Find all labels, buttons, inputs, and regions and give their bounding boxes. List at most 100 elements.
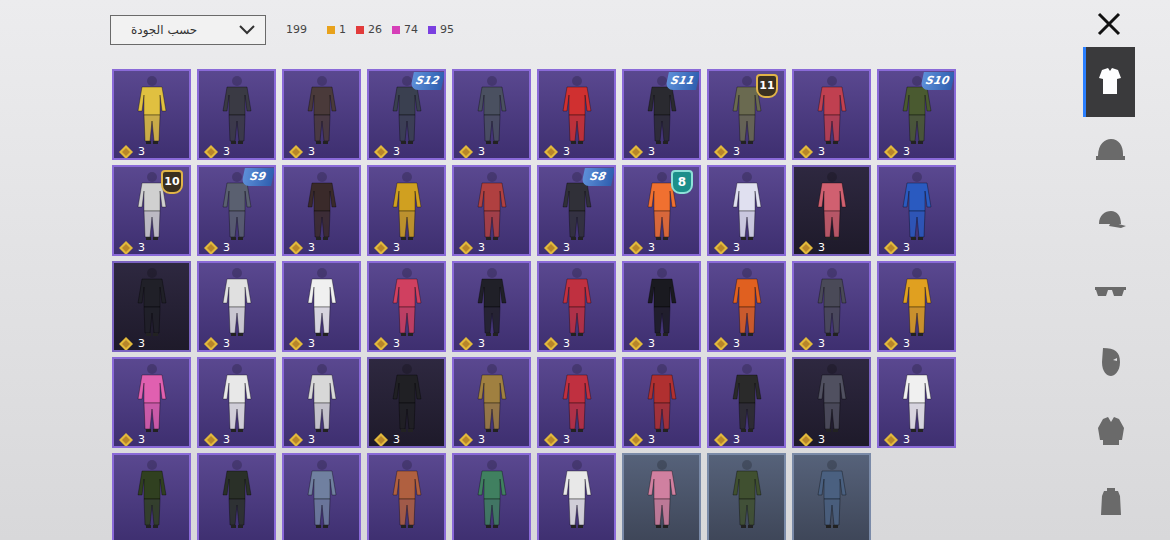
- sort-dropdown[interactable]: حسب الجودة: [110, 15, 266, 45]
- outfit-card[interactable]: 3S10: [877, 69, 956, 160]
- outfit-card[interactable]: 3: [792, 357, 871, 448]
- season-badge: 10: [161, 170, 183, 194]
- outfit-card[interactable]: 3: [707, 261, 786, 352]
- category-tab[interactable]: [1083, 187, 1135, 257]
- season-badge: S11: [665, 72, 700, 90]
- outfit-icon: [709, 359, 784, 433]
- outfit-card[interactable]: 3: [792, 261, 871, 352]
- coin-icon: [629, 241, 643, 255]
- outfit-card[interactable]: [452, 453, 531, 540]
- outfit-card[interactable]: 3: [622, 357, 701, 448]
- price-row: 3: [284, 145, 359, 159]
- coin-icon: [374, 337, 388, 351]
- outfit-card[interactable]: 3: [452, 261, 531, 352]
- outfit-card[interactable]: 3: [197, 357, 276, 448]
- price-row: 3: [369, 337, 444, 351]
- price-row: 3: [624, 241, 699, 255]
- cap-icon: [1093, 204, 1129, 240]
- outfit-card[interactable]: 3: [282, 261, 361, 352]
- outfit-icon: [1093, 64, 1129, 100]
- outfit-card[interactable]: 3: [537, 261, 616, 352]
- price-row: 3: [879, 337, 954, 351]
- outfit-icon: [454, 167, 529, 241]
- category-tab[interactable]: [1083, 327, 1135, 397]
- price-text: 3: [648, 241, 655, 255]
- coin-icon: [119, 145, 133, 159]
- outfit-card[interactable]: 3: [112, 261, 191, 352]
- price-text: 3: [563, 241, 570, 255]
- outfit-card[interactable]: 3: [197, 261, 276, 352]
- coin-icon: [204, 241, 218, 255]
- outfit-card[interactable]: 3: [877, 357, 956, 448]
- badge-text: S8: [588, 169, 607, 186]
- outfit-card[interactable]: 3: [537, 357, 616, 448]
- outfit-card[interactable]: 3 S8: [537, 165, 616, 256]
- outfit-icon: [624, 263, 699, 337]
- outfit-card[interactable]: 3: [792, 69, 871, 160]
- outfit-card[interactable]: 3: [197, 69, 276, 160]
- outfit-card[interactable]: 3: [452, 69, 531, 160]
- outfit-card[interactable]: 3: [622, 261, 701, 352]
- outfit-icon: [539, 71, 614, 145]
- outfit-icon: [539, 455, 614, 529]
- outfit-card[interactable]: 3S11: [622, 69, 701, 160]
- outfit-card[interactable]: 3: [112, 69, 191, 160]
- coin-icon: [884, 433, 898, 447]
- outfit-card[interactable]: 3 10: [112, 165, 191, 256]
- quality-count-text: 74: [404, 22, 418, 39]
- coin-icon: [884, 145, 898, 159]
- category-tab[interactable]: [1083, 47, 1135, 117]
- outfit-card[interactable]: [537, 453, 616, 540]
- outfit-card[interactable]: 3: [537, 69, 616, 160]
- coin-icon: [459, 433, 473, 447]
- category-tab[interactable]: [1083, 467, 1135, 537]
- close-button[interactable]: [1096, 0, 1122, 47]
- outfit-card[interactable]: 3: [452, 165, 531, 256]
- outfit-card[interactable]: 3: [367, 165, 446, 256]
- outfit-card[interactable]: 3: [112, 357, 191, 448]
- outfit-card[interactable]: 3: [367, 357, 446, 448]
- price-text: 3: [648, 433, 655, 447]
- outfit-card[interactable]: 38: [622, 165, 701, 256]
- outfit-icon: [794, 263, 869, 337]
- outfit-card[interactable]: [707, 453, 786, 540]
- outfit-card[interactable]: 3: [707, 357, 786, 448]
- outfit-card[interactable]: 311: [707, 69, 786, 160]
- quality-count: 74: [392, 22, 418, 39]
- outfit-card[interactable]: [197, 453, 276, 540]
- category-tab[interactable]: [1083, 117, 1135, 187]
- outfit-card[interactable]: 3: [792, 165, 871, 256]
- category-tab[interactable]: [1083, 397, 1135, 467]
- outfit-card[interactable]: [367, 453, 446, 540]
- coin-icon: [459, 145, 473, 159]
- price-row: 3: [624, 433, 699, 447]
- outfit-card[interactable]: 3: [282, 69, 361, 160]
- coin-icon: [374, 241, 388, 255]
- price-text: 3: [138, 241, 145, 255]
- outfit-card[interactable]: 3: [282, 357, 361, 448]
- outfit-card[interactable]: [282, 453, 361, 540]
- price-row: 3: [879, 145, 954, 159]
- coin-icon: [374, 145, 388, 159]
- price-text: 3: [818, 433, 825, 447]
- outfit-icon: [794, 359, 869, 433]
- outfit-card[interactable]: 3: [877, 261, 956, 352]
- outfit-card[interactable]: [112, 453, 191, 540]
- outfit-card[interactable]: [792, 453, 871, 540]
- price-text: 3: [733, 241, 740, 255]
- outfit-card[interactable]: 3: [877, 165, 956, 256]
- price-text: 3: [393, 337, 400, 351]
- quality-swatch: [392, 26, 400, 34]
- outfit-card[interactable]: 3S12: [367, 69, 446, 160]
- outfit-card[interactable]: 3: [282, 165, 361, 256]
- outfit-icon: [454, 71, 529, 145]
- outfit-card[interactable]: 3: [452, 357, 531, 448]
- outfit-card[interactable]: 3: [707, 165, 786, 256]
- price-text: 3: [223, 241, 230, 255]
- outfit-card[interactable]: [622, 453, 701, 540]
- price-text: 3: [393, 433, 400, 447]
- category-tab[interactable]: [1083, 257, 1135, 327]
- outfit-card[interactable]: 3: [367, 261, 446, 352]
- outfit-card[interactable]: 3S9: [197, 165, 276, 256]
- price-row: 3: [199, 337, 274, 351]
